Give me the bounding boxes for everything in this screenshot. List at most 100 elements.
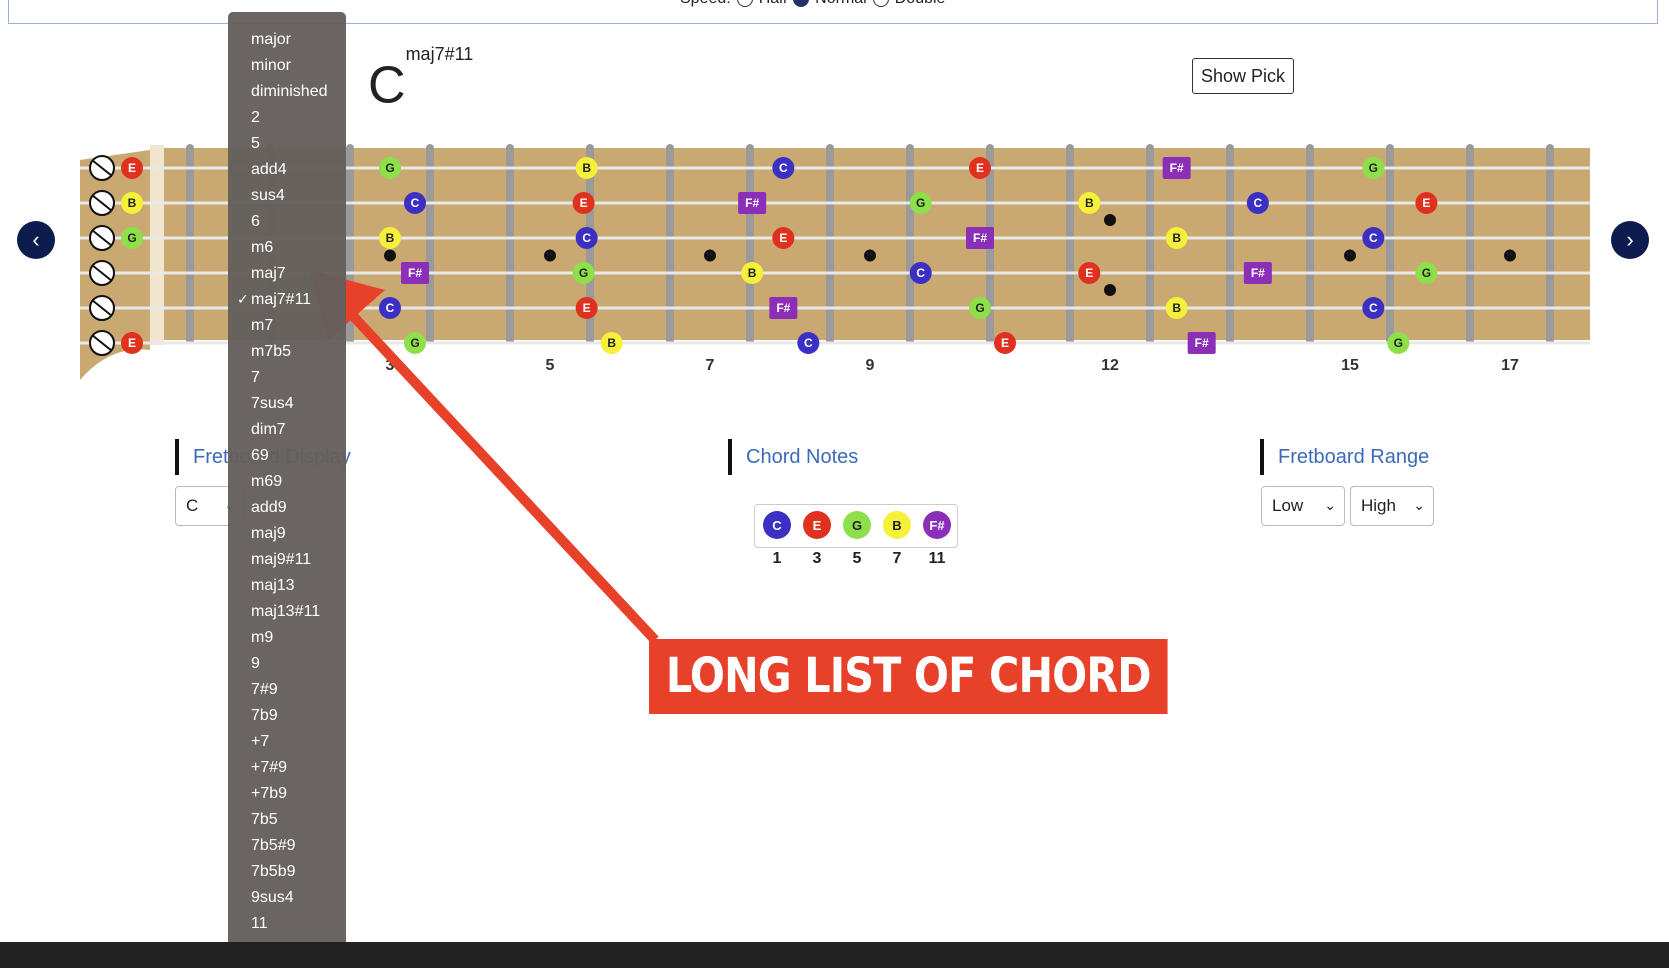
chord-type-option[interactable]: +7#9 xyxy=(251,756,287,780)
fretboard-note-label: G xyxy=(1394,336,1403,350)
fret-inlay xyxy=(384,249,396,262)
open-string-note-label: E xyxy=(128,336,136,350)
fret-wire xyxy=(1546,144,1554,344)
chord-type-option[interactable]: minor xyxy=(251,54,291,78)
fretboard-note-label: C xyxy=(1254,196,1263,210)
fretboard-note-label: E xyxy=(779,231,787,245)
chord-note-dot: B xyxy=(883,511,911,539)
chord-type-option[interactable]: 7b5 xyxy=(251,808,278,832)
fret-number: 17 xyxy=(1501,357,1519,374)
chord-type-option[interactable]: 2 xyxy=(251,106,260,130)
chord-type-option[interactable]: diminished xyxy=(251,80,327,104)
chord-type-option[interactable]: 5 xyxy=(251,132,260,156)
fretboard-note-label: E xyxy=(1085,266,1093,280)
chord-note-degree: 7 xyxy=(892,550,902,567)
chord-type-option[interactable]: add4 xyxy=(251,158,287,182)
chord-note-degree: 3 xyxy=(812,550,822,567)
fretboard-range-heading-text: Fretboard Range xyxy=(1278,446,1430,468)
footer-bar xyxy=(0,942,1669,968)
nut xyxy=(150,145,164,345)
speed-label: Speed: xyxy=(680,0,731,8)
next-button[interactable]: › xyxy=(1611,221,1649,259)
chord-type-option[interactable]: 11 xyxy=(251,912,268,936)
chevron-right-icon: › xyxy=(1626,227,1634,252)
chord-note-degree: 5 xyxy=(852,550,862,567)
chord-type-option[interactable]: m7b5 xyxy=(251,340,291,364)
fretboard-note-label: F# xyxy=(1170,161,1184,175)
range-high-select[interactable]: High ⌄ xyxy=(1350,486,1434,526)
fret-inlay xyxy=(1504,249,1516,262)
chord-type-superscript: maj7#11 xyxy=(405,44,474,64)
chord-type-option[interactable]: +7 xyxy=(251,730,269,754)
range-low-select[interactable]: Low ⌄ xyxy=(1261,486,1345,526)
chord-type-option[interactable]: 7b9 xyxy=(251,704,278,728)
fretboard-note-label: C xyxy=(1369,231,1378,245)
chord-note-degree: 11 xyxy=(928,550,946,567)
chord-notes-heading-text: Chord Notes xyxy=(746,446,859,468)
open-string-note-label: E xyxy=(128,161,136,175)
chord-type-option[interactable]: major xyxy=(251,28,291,52)
chord-note-dot: F# xyxy=(923,511,951,539)
fretboard-note-label: E xyxy=(1001,336,1009,350)
speed-half-radio[interactable] xyxy=(736,0,753,7)
fretboard-note-label: C xyxy=(1369,301,1378,315)
fret-inlay xyxy=(704,249,716,262)
fretboard-range-heading: Fretboard Range xyxy=(1260,439,1429,475)
chord-type-option[interactable]: dim7 xyxy=(251,418,286,442)
chord-type-option[interactable]: 7 xyxy=(251,366,260,390)
chord-title: Cmaj7#11 xyxy=(368,44,473,115)
annotation-banner: LONG LIST OF CHORD TYPES xyxy=(649,639,1168,779)
chord-type-dropdown[interactable]: ⌄ majorminordiminished25add4sus46m6maj7m… xyxy=(228,12,346,963)
chord-type-option[interactable]: 69 xyxy=(251,444,269,468)
fretboard-note-label: C xyxy=(779,161,788,175)
chord-root: C xyxy=(368,56,406,115)
annotation-arrow xyxy=(310,270,659,644)
fret-wire xyxy=(186,144,194,344)
fretboard-note-label: B xyxy=(748,266,757,280)
fretboard-note-label: B xyxy=(582,161,591,175)
chord-type-option[interactable]: 7b5b9 xyxy=(251,860,296,884)
chord-type-option[interactable]: +7b9 xyxy=(251,782,287,806)
fret-number: 7 xyxy=(706,357,715,374)
chord-type-option[interactable]: sus4 xyxy=(251,184,285,208)
fretboard-note-label: C xyxy=(916,266,925,280)
fretboard-note-label: E xyxy=(976,161,984,175)
fret-number: 12 xyxy=(1101,357,1119,374)
prev-button[interactable]: ‹ xyxy=(17,221,55,259)
chord-note-dot: C xyxy=(763,511,791,539)
chord-type-option[interactable]: 9 xyxy=(251,652,260,676)
chord-type-option[interactable]: m9 xyxy=(251,626,273,650)
chord-type-option[interactable]: m6 xyxy=(251,236,273,260)
chord-type-option[interactable]: 6 xyxy=(251,210,260,234)
fretboard-note-label: G xyxy=(385,161,394,175)
chord-type-option[interactable]: maj13 xyxy=(251,574,295,598)
fret-inlay xyxy=(544,249,556,262)
open-string-note-label: B xyxy=(128,196,137,210)
chord-type-option[interactable]: m7 xyxy=(251,314,273,338)
fretboard-note-label: F# xyxy=(776,301,790,315)
chord-type-option[interactable]: maj9 xyxy=(251,522,286,546)
chord-notes-heading: Chord Notes xyxy=(728,439,858,475)
chevron-left-icon: ‹ xyxy=(32,227,40,252)
chord-type-option[interactable]: 7b5#9 xyxy=(251,834,296,858)
chord-type-option[interactable]: maj7 xyxy=(251,262,286,286)
chord-type-option[interactable]: maj13#11 xyxy=(251,600,320,624)
chord-type-option[interactable]: maj9#11 xyxy=(251,548,311,572)
fret-wire xyxy=(1066,144,1074,344)
speed-double-radio[interactable] xyxy=(872,0,889,7)
show-pick-button[interactable]: Show Pick xyxy=(1192,58,1294,94)
open-string-note-label: G xyxy=(127,231,136,245)
chord-type-option[interactable]: 7#9 xyxy=(251,678,278,702)
chord-type-option[interactable]: 9sus4 xyxy=(251,886,294,910)
chord-type-option[interactable]: m69 xyxy=(251,470,282,494)
fretboard-note-label: F# xyxy=(1195,336,1209,350)
fretboard-note-label: B xyxy=(1172,301,1181,315)
fret-wire xyxy=(746,144,754,344)
chord-note-dot: E xyxy=(803,511,831,539)
speed-normal-radio[interactable] xyxy=(793,0,810,7)
chord-type-option[interactable]: maj7#11 xyxy=(251,288,311,312)
chord-type-option[interactable]: 7sus4 xyxy=(251,392,294,416)
fret-wire xyxy=(906,144,914,344)
chevron-down-icon: ⌄ xyxy=(1413,497,1425,513)
chord-type-option[interactable]: add9 xyxy=(251,496,287,520)
